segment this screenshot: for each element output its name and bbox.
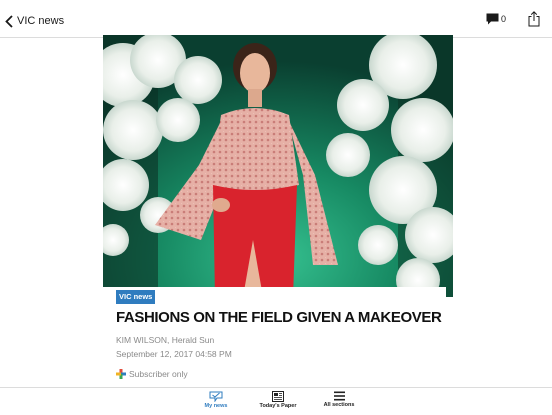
tab-my-news[interactable]: My news [186,391,246,409]
tab-label: My news [204,403,228,409]
article-headline[interactable]: FASHIONS ON THE FIELD GIVEN A MAKEOVER [116,309,446,326]
tab-todays-paper[interactable]: Today's Paper [248,391,308,409]
share-button[interactable] [528,11,540,32]
section-tag[interactable]: VIC news [116,290,156,304]
chevron-left-icon [5,14,13,28]
article-hero-image[interactable] [103,35,453,297]
top-bar: VIC news 0 [0,0,552,38]
tab-label: All sections [323,402,355,408]
subscriber-badge: Subscriber only [116,369,188,379]
tab-all-sections[interactable]: All sections [309,391,369,408]
article-card[interactable]: VIC news FASHIONS ON THE FIELD GIVEN A M… [103,287,446,387]
back-label: VIC news [17,15,65,27]
article-byline: KIM WILSON, Herald Sun [116,335,215,345]
comments-button[interactable]: 0 [486,13,506,25]
back-button[interactable]: VIC news [5,11,64,31]
menu-icon [333,391,345,401]
tab-label: Today's Paper [259,403,297,409]
my-news-icon [209,391,223,402]
share-icon [528,11,540,27]
comment-icon [486,13,499,25]
hero-photo [103,35,453,297]
bottom-tab-bar: My news Today's Paper All sections [0,387,552,415]
subscriber-plus-icon [116,369,126,379]
article-date: September 12, 2017 04:58 PM [116,349,232,359]
subscriber-label: Subscriber only [129,369,188,379]
newspaper-icon [272,391,284,402]
comment-count: 0 [500,14,506,24]
